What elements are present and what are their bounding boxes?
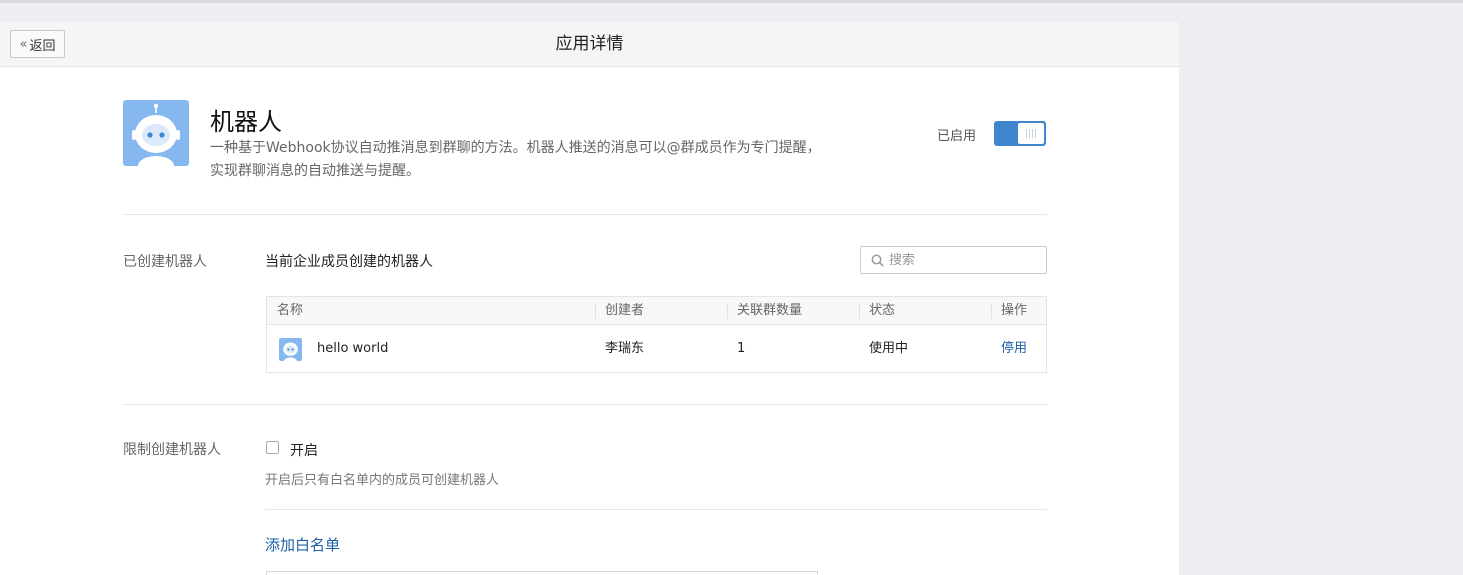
whitelist-box	[266, 571, 818, 575]
window-top-strip	[0, 0, 1463, 3]
created-robots-subtitle: 当前企业成员创建的机器人	[265, 254, 433, 270]
robots-table: 名称 创建者 关联群数量 状态 操作 hello world 李瑞东 1 使用中…	[266, 296, 1047, 373]
created-robots-label: 已创建机器人	[123, 254, 207, 270]
restrict-creation-label: 限制创建机器人	[123, 442, 221, 458]
app-name: 机器人	[210, 108, 282, 136]
search-input[interactable]	[889, 252, 1039, 268]
robot-group-count: 1	[737, 341, 746, 356]
robot-creator: 李瑞东	[605, 341, 645, 356]
app-description-line: 实现群聊消息的自动推送与提醒。	[210, 163, 420, 179]
column-header-action: 操作	[1001, 303, 1028, 318]
toggle-knob	[1018, 123, 1044, 144]
search-box[interactable]	[860, 246, 1047, 274]
robot-avatar-icon	[279, 338, 302, 361]
restrict-creation-checkbox[interactable]	[266, 441, 279, 454]
robot-status: 使用中	[869, 341, 909, 356]
disable-robot-link[interactable]: 停用	[1001, 326, 1027, 372]
add-whitelist-link[interactable]: 添加白名单	[265, 534, 340, 555]
column-header-group-count: 关联群数量	[737, 303, 803, 318]
table-header: 名称 创建者 关联群数量 状态 操作	[267, 297, 1046, 325]
back-button[interactable]: « 返回	[10, 30, 65, 58]
column-header-creator: 创建者	[605, 303, 645, 318]
column-header-status: 状态	[869, 303, 896, 318]
restrict-creation-checkbox-label[interactable]: 开启	[290, 440, 318, 460]
whitelist-divider	[265, 509, 1047, 510]
column-header-name: 名称	[277, 303, 304, 318]
table-row: hello world 李瑞东 1 使用中 停用	[267, 326, 1046, 372]
double-chevron-left-icon: «	[19, 36, 28, 52]
search-icon	[871, 254, 884, 267]
enable-toggle[interactable]	[994, 121, 1046, 146]
robot-icon	[123, 100, 189, 166]
app-description-line: 一种基于Webhook协议自动推消息到群聊的方法。机器人推送的消息可以@群成员作…	[210, 140, 821, 156]
page-title: 应用详情	[555, 34, 624, 54]
restrict-creation-hint: 开启后只有白名单内的成员可创建机器人	[265, 473, 500, 488]
app-description: 一种基于Webhook协议自动推消息到群聊的方法。机器人推送的消息可以@群成员作…	[210, 137, 890, 183]
back-button-label: 返回	[29, 38, 56, 54]
enabled-status-label: 已启用	[937, 129, 977, 144]
section-divider	[123, 404, 1047, 405]
app-detail-panel: 应用详情 « 返回 机器人 一种基于Webhook协议自动推消息到群聊的方法。机…	[0, 22, 1179, 575]
section-divider	[123, 214, 1047, 215]
robot-name: hello world	[317, 341, 389, 356]
panel-header: 应用详情 « 返回	[0, 22, 1179, 67]
